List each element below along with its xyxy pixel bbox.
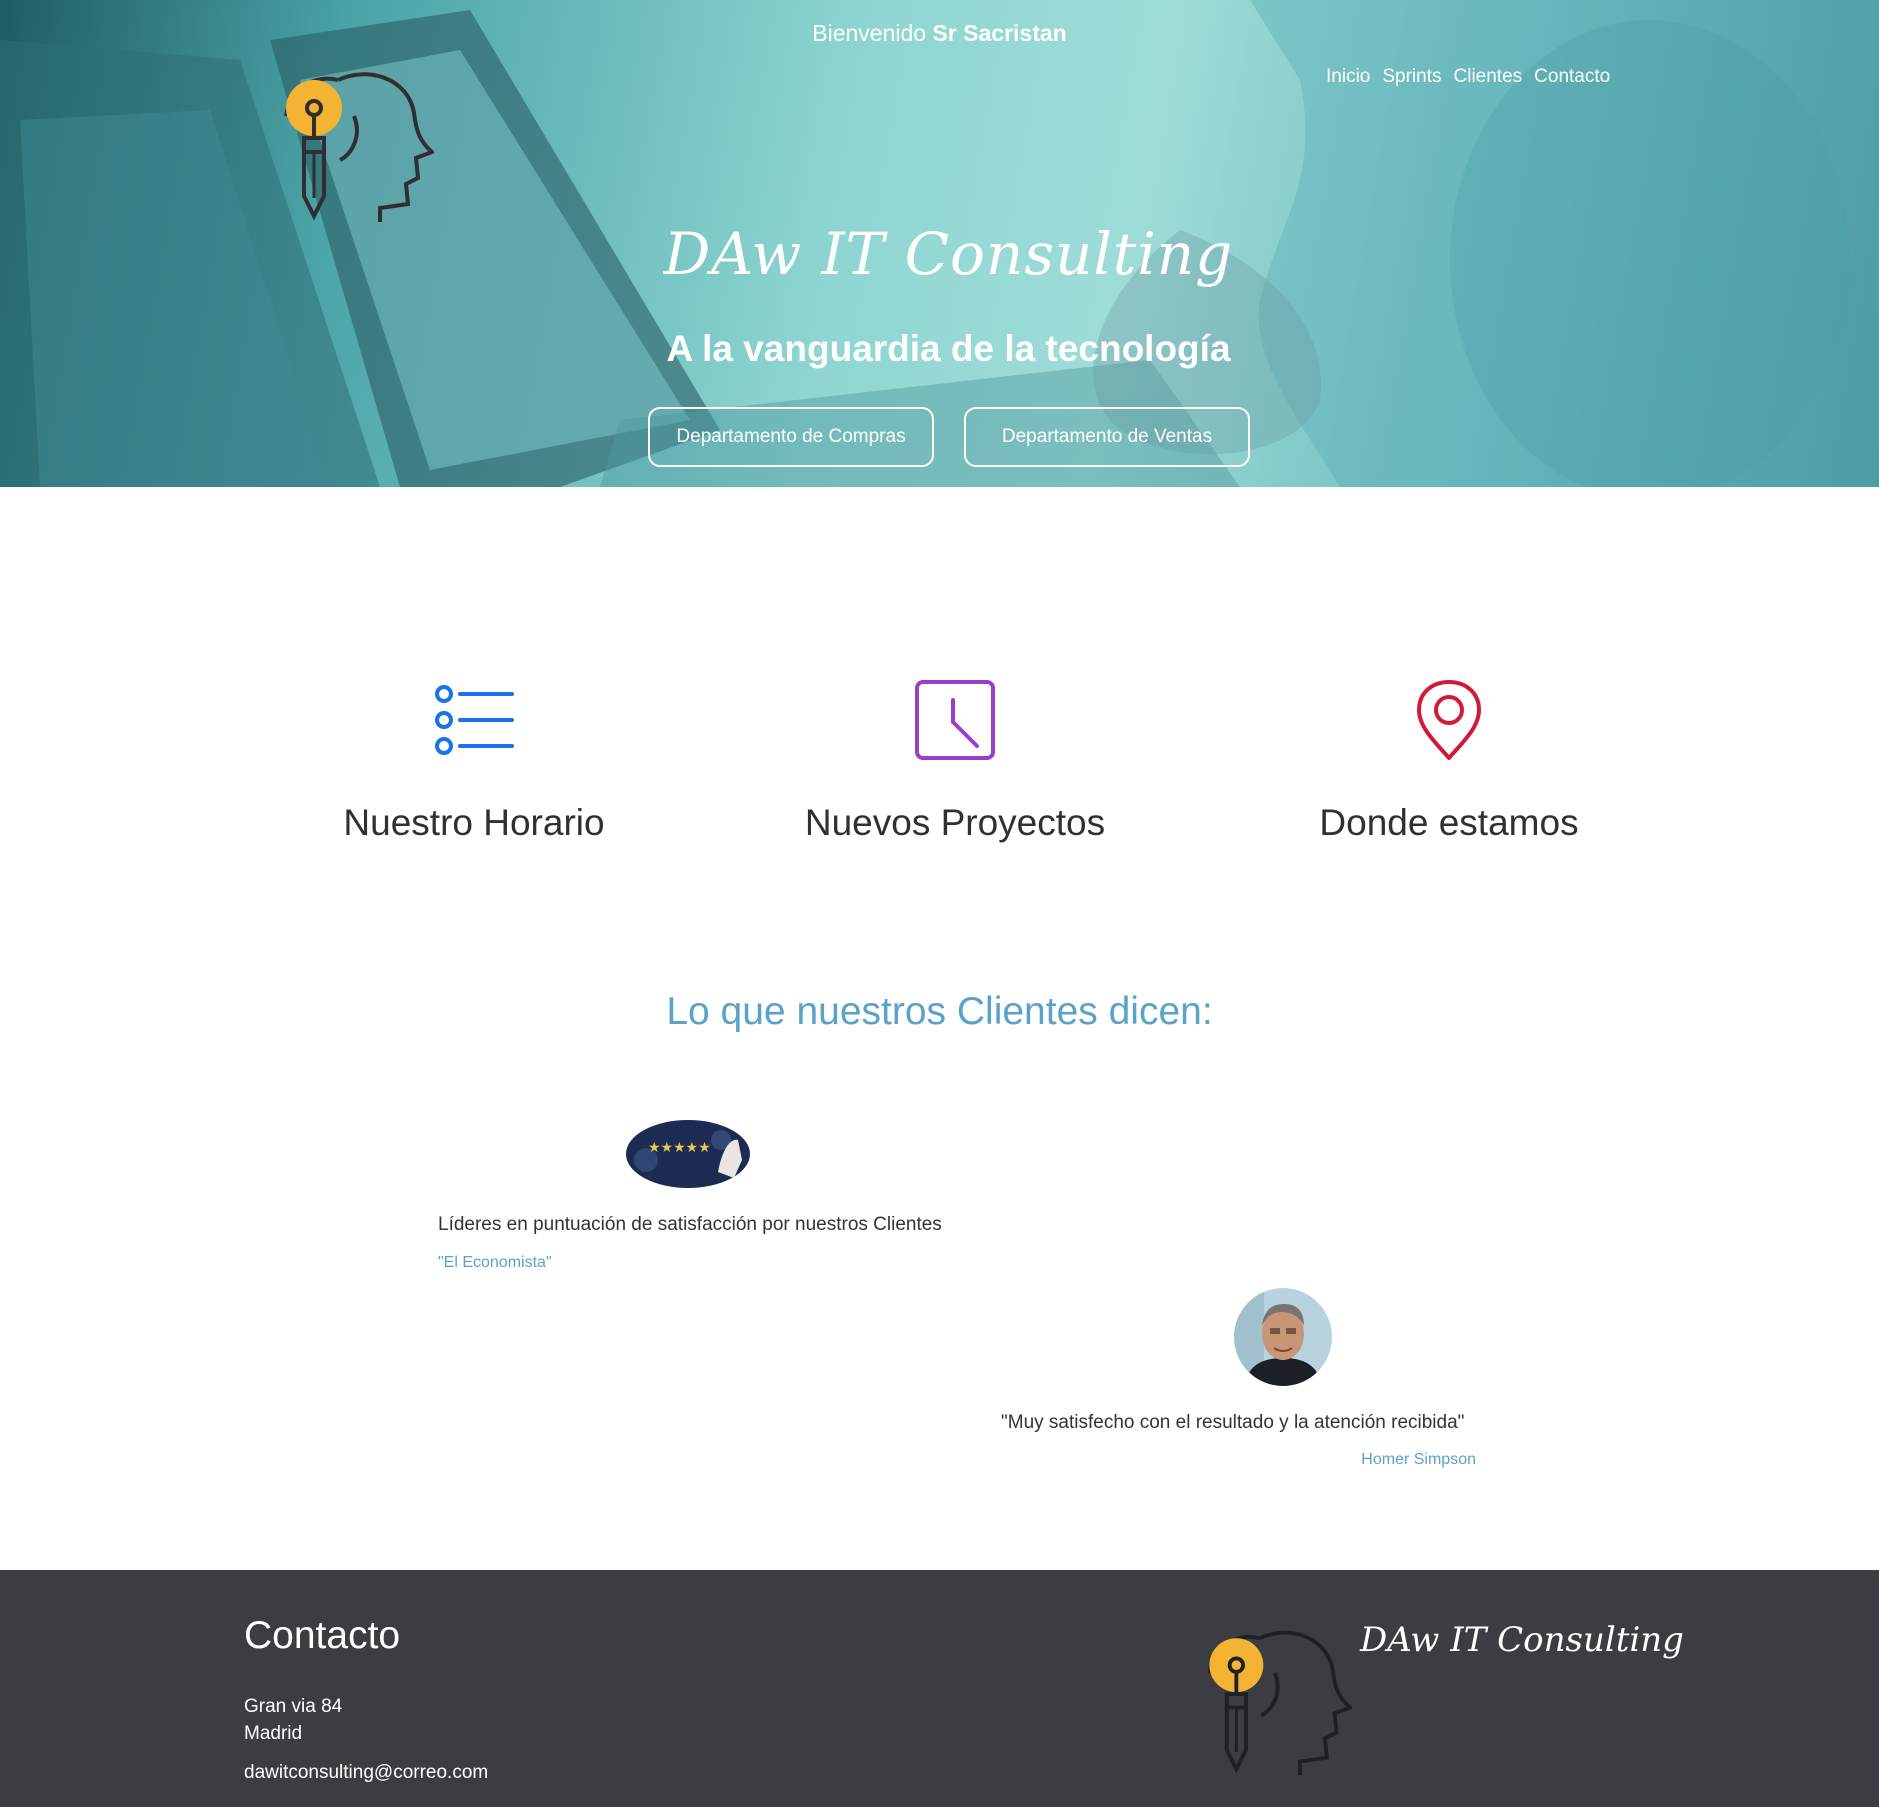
testimonials-title: Lo que nuestros Clientes dicen: xyxy=(666,990,1213,1033)
footer-address-street: Gran via 84 xyxy=(244,1696,343,1717)
compras-button[interactable]: Departamento de Compras xyxy=(648,407,934,467)
welcome-message: Bienvenido Sr Sacristan xyxy=(0,20,1879,47)
welcome-username: Sr Sacristan xyxy=(932,20,1067,46)
footer-email-link[interactable]: dawitconsulting@correo.com xyxy=(244,1762,488,1784)
feature-title: Donde estamos xyxy=(1319,802,1579,843)
feature-title: Nuestro Horario xyxy=(343,802,605,843)
feature-proyectos[interactable]: Nuevos Proyectos xyxy=(735,678,1175,844)
rating-stars-image: ★★★★★ xyxy=(626,1120,750,1188)
feature-ubicacion[interactable]: Donde estamos xyxy=(1229,678,1669,844)
company-logo-icon[interactable] xyxy=(268,58,434,222)
hero-brand-title: DAw IT Consulting xyxy=(663,220,1234,288)
footer-brand: DAw IT Consulting xyxy=(1360,1620,1684,1660)
hero-banner: Bienvenido Sr Sacristan Inicio Sprints C… xyxy=(0,0,1879,487)
footer-title: Contacto xyxy=(244,1614,401,1657)
testimonial-text: "Muy satisfecho con el resultado y la at… xyxy=(1001,1412,1465,1433)
feature-horario[interactable]: Nuestro Horario xyxy=(254,678,694,844)
feature-title: Nuevos Proyectos xyxy=(804,802,1106,843)
welcome-prefix: Bienvenido xyxy=(812,20,927,46)
customer-avatar xyxy=(1234,1288,1332,1386)
clock-icon xyxy=(915,680,995,760)
footer: Contacto Gran via 84 Madrid dawitconsult… xyxy=(0,1570,1879,1807)
nav-contacto[interactable]: Contacto xyxy=(1534,66,1610,88)
svg-text:★★★★★: ★★★★★ xyxy=(648,1140,711,1156)
footer-logo-icon xyxy=(1207,1630,1352,1775)
main-nav: Inicio Sprints Clientes Contacto xyxy=(1326,66,1610,88)
nav-clientes[interactable]: Clientes xyxy=(1454,66,1523,88)
testimonial-text: Líderes en puntuación de satisfacción po… xyxy=(438,1214,942,1235)
nav-sprints[interactable]: Sprints xyxy=(1382,66,1441,88)
hero-tagline: A la vanguardia de la tecnología xyxy=(666,328,1231,369)
ventas-button[interactable]: Departamento de Ventas xyxy=(964,407,1250,467)
nav-inicio[interactable]: Inicio xyxy=(1326,66,1370,88)
map-pin-icon xyxy=(1417,680,1481,760)
list-icon xyxy=(435,685,514,755)
footer-address-city: Madrid xyxy=(244,1723,303,1744)
testimonial-source: Homer Simpson xyxy=(1361,1451,1476,1468)
testimonial-source: "El Economista" xyxy=(438,1254,552,1271)
